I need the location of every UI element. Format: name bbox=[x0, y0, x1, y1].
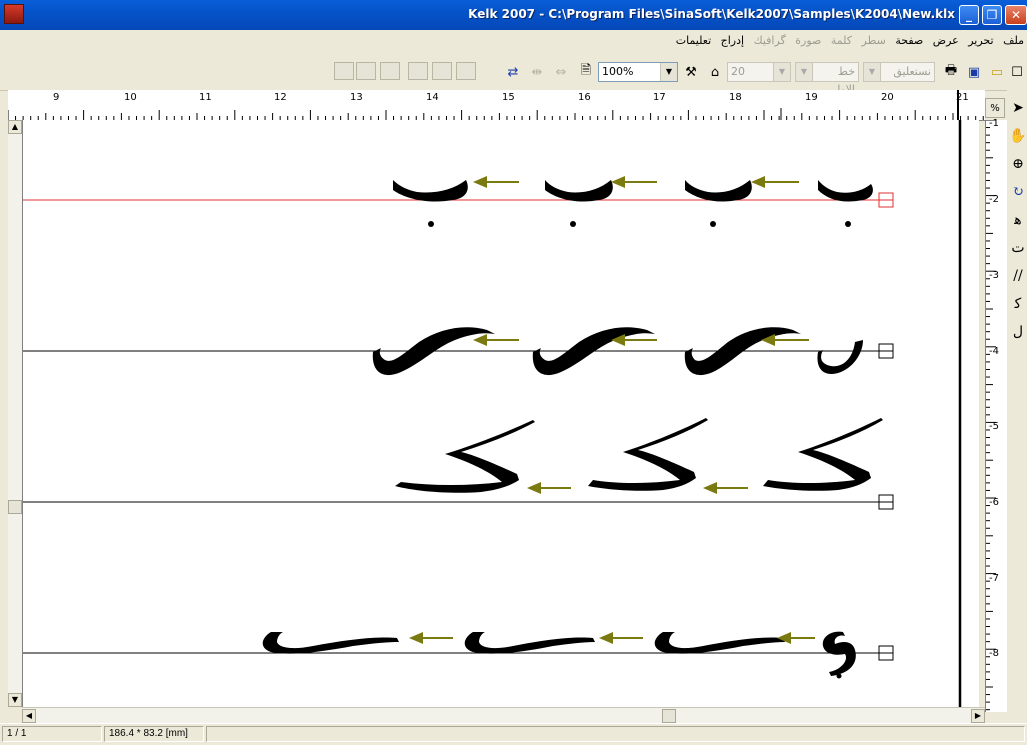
layout-6-button[interactable] bbox=[456, 62, 476, 80]
row-4-glyphs bbox=[262, 631, 856, 679]
ruler-label: 20 bbox=[881, 92, 894, 103]
vruler-label: -7 bbox=[989, 573, 999, 584]
font-size-combo[interactable]: 20 ▼ bbox=[727, 62, 791, 82]
menu-page[interactable]: صفحة bbox=[892, 30, 926, 47]
menu-line[interactable]: سطر bbox=[859, 30, 889, 47]
ruler-label: 18 bbox=[729, 92, 742, 103]
vruler-label: -3 bbox=[989, 270, 999, 281]
vertical-toolbox: ➤ ✋ ⊕ ↻ ﻫ ﺕ // ﮐ ﻝ bbox=[1007, 90, 1027, 723]
vruler-label: -5 bbox=[989, 421, 999, 432]
page-indicator: 1 / 1 bbox=[2, 726, 102, 742]
chevron-down-icon[interactable]: ▼ bbox=[796, 63, 813, 81]
zoom-combo[interactable]: 100% ▼ bbox=[598, 62, 678, 82]
tools-icon[interactable]: ⚒ bbox=[680, 62, 702, 82]
ruler-ticks bbox=[8, 90, 984, 120]
pointer-icon[interactable]: ➤ bbox=[1009, 100, 1027, 122]
vertical-scrollbar[interactable]: ▲ ▼ bbox=[8, 120, 23, 707]
maximize-button[interactable]: ❐ bbox=[982, 5, 1002, 25]
title-bar: Kelk 2007 - C:\Program Files\SinaSoft\Ke… bbox=[0, 0, 1027, 30]
layout-3-button[interactable] bbox=[380, 62, 400, 80]
scroll-left-button[interactable]: ◀ bbox=[22, 709, 36, 723]
menu-image[interactable]: صورة bbox=[792, 30, 824, 47]
app-icon[interactable] bbox=[4, 4, 24, 24]
ruler-corner-button[interactable]: % bbox=[985, 98, 1005, 118]
scroll-up-button[interactable]: ▲ bbox=[8, 120, 22, 134]
align-icon[interactable]: ⇹ bbox=[526, 62, 548, 82]
minimize-button[interactable]: _ bbox=[959, 5, 979, 25]
ruler-label: 19 bbox=[805, 92, 818, 103]
save-icon[interactable]: ▣ bbox=[963, 62, 985, 82]
menu-insert[interactable]: إدراج bbox=[718, 30, 747, 47]
row-3-glyphs bbox=[395, 418, 883, 493]
ruler-label: 21 bbox=[956, 92, 969, 103]
menu-bar: ملف تحرير عرض صفحة سطر كلمة صورة گرافيك … bbox=[0, 30, 1027, 52]
scroll-down-button[interactable]: ▼ bbox=[8, 693, 22, 707]
slant-icon[interactable]: // bbox=[1009, 268, 1027, 290]
row-1-glyphs bbox=[393, 180, 873, 227]
zoom-value: 100% bbox=[602, 65, 634, 78]
scroll-right-button[interactable]: ▶ bbox=[971, 709, 985, 723]
ruler-label: 11 bbox=[199, 92, 212, 103]
ruler-label: 14 bbox=[426, 92, 439, 103]
chevron-down-icon[interactable]: ▼ bbox=[660, 63, 677, 81]
font-size-value: 20 bbox=[731, 65, 745, 78]
toolbar: ⇄ ⇹ ⇔ 🗎 100% ▼ ⚒ ⌂ 20 ▼ خط الاول ▼ نستعل… bbox=[0, 52, 1027, 96]
ruler-label: 13 bbox=[350, 92, 363, 103]
vruler-label: -2 bbox=[989, 194, 999, 205]
layout-5-button[interactable] bbox=[432, 62, 452, 80]
ligature-icon[interactable]: ﻝ bbox=[1009, 324, 1027, 346]
page-icon[interactable]: 🗎 bbox=[575, 62, 597, 82]
status-bar: 1 / 1 186.4 * 83.2 [mm] bbox=[0, 723, 1027, 745]
status-message bbox=[206, 726, 1025, 742]
vruler-label: -4 bbox=[989, 346, 999, 357]
hand-icon[interactable]: ✋ bbox=[1009, 128, 1027, 150]
menu-word[interactable]: كلمة bbox=[828, 30, 855, 47]
direction-arrows bbox=[409, 176, 815, 644]
vruler-label: -6 bbox=[989, 497, 999, 508]
menu-edit[interactable]: تحرير bbox=[965, 30, 996, 47]
vertical-ruler: -1 -2 -3 -4 -5 -6 -7 -8 bbox=[985, 118, 1008, 712]
new-file-icon[interactable]: ☐ bbox=[1008, 62, 1026, 82]
zoom-icon[interactable]: ⊕ bbox=[1009, 156, 1027, 178]
ruler-label: 16 bbox=[578, 92, 591, 103]
menu-help[interactable]: تعليمات bbox=[673, 30, 714, 47]
font-combo[interactable]: نستعليق ▼ bbox=[863, 62, 935, 82]
ruler-label: 10 bbox=[124, 92, 137, 103]
document-canvas[interactable] bbox=[22, 120, 979, 707]
vruler-label: -8 bbox=[989, 648, 999, 659]
justify-icon[interactable]: ⇔ bbox=[550, 62, 572, 82]
open-folder-icon[interactable]: ▭ bbox=[986, 62, 1008, 82]
ruler-label: 12 bbox=[274, 92, 287, 103]
scroll-h-thumb[interactable] bbox=[662, 709, 676, 723]
chevron-down-icon[interactable]: ▼ bbox=[773, 63, 790, 81]
letter-icon[interactable]: ﺕ bbox=[1009, 240, 1027, 262]
horizontal-scrollbar[interactable]: ◀ ▶ bbox=[22, 707, 985, 724]
layout-2-button[interactable] bbox=[356, 62, 376, 80]
horizontal-ruler: 9 10 11 12 13 14 15 16 17 18 19 20 21 bbox=[8, 90, 985, 121]
stroke-icon[interactable]: ﮐ bbox=[1009, 296, 1027, 318]
layout-4-button[interactable] bbox=[408, 62, 428, 80]
layout-1-button[interactable] bbox=[334, 62, 354, 80]
style-combo[interactable]: خط الاول ▼ bbox=[795, 62, 859, 96]
menu-view[interactable]: عرض bbox=[930, 30, 962, 47]
ruler-label: 9 bbox=[53, 92, 60, 103]
vruler-label: -1 bbox=[989, 118, 999, 129]
window-title: Kelk 2007 - C:\Program Files\SinaSoft\Ke… bbox=[468, 7, 955, 21]
close-button[interactable]: ✕ bbox=[1005, 5, 1027, 25]
rotate-icon[interactable]: ↻ bbox=[1009, 184, 1027, 206]
vruler-ticks bbox=[986, 120, 996, 711]
ruler-label: 17 bbox=[653, 92, 666, 103]
menu-graphic[interactable]: گرافيك bbox=[751, 30, 789, 47]
rtl-direction-icon[interactable]: ⇄ bbox=[502, 62, 524, 82]
font-value: نستعليق bbox=[893, 65, 931, 78]
calligraphy-canvas bbox=[23, 120, 962, 707]
scroll-thumb[interactable] bbox=[8, 500, 22, 514]
chevron-down-icon[interactable]: ▼ bbox=[864, 63, 881, 81]
print-icon[interactable]: 🖶 bbox=[940, 62, 962, 82]
menu-file[interactable]: ملف bbox=[1000, 30, 1027, 47]
size-indicator: 186.4 * 83.2 [mm] bbox=[104, 726, 204, 742]
trash-icon[interactable]: ⌂ bbox=[704, 62, 726, 82]
ruler-label: 15 bbox=[502, 92, 515, 103]
kashida-icon[interactable]: ﻫ bbox=[1009, 212, 1027, 234]
